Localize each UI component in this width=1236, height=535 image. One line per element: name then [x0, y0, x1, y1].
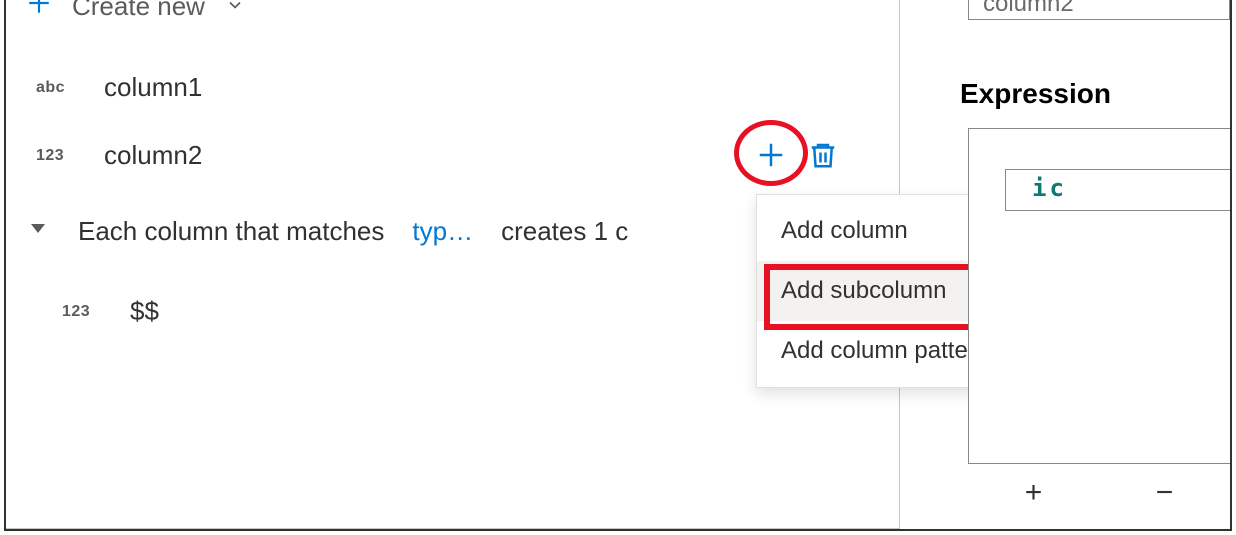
minus-button[interactable]: −	[1126, 476, 1204, 510]
row-actions	[756, 140, 838, 170]
expression-editor[interactable]: ic	[968, 128, 1230, 464]
type-tag-123: 123	[36, 147, 76, 165]
triangle-down-icon[interactable]	[26, 216, 50, 247]
chevron-down-icon	[225, 0, 245, 22]
expression-snippet: ic	[1005, 169, 1230, 211]
type-tag-123: 123	[62, 303, 102, 321]
column-row[interactable]: abc column1	[36, 72, 202, 103]
plus-icon	[26, 0, 52, 23]
column-pattern-row[interactable]: Each column that matches typ… creates 1 …	[26, 216, 628, 247]
expression-label: Expression	[960, 78, 1111, 110]
column-name: column1	[104, 72, 202, 103]
pattern-type-link[interactable]: typ…	[412, 216, 473, 247]
subcolumn-row[interactable]: 123 $$	[62, 296, 159, 327]
column-name: column2	[104, 140, 202, 171]
pattern-prefix: Each column that matches	[78, 216, 384, 247]
delete-button[interactable]	[808, 140, 838, 170]
pattern-suffix: creates 1 c	[501, 216, 628, 247]
column-row[interactable]: 123 column2	[36, 140, 202, 171]
add-button[interactable]	[756, 140, 786, 170]
right-panel: column2 Expression ic + −	[960, 0, 1230, 529]
plus-button[interactable]: +	[995, 476, 1073, 510]
create-new-button[interactable]: Create new	[26, 0, 245, 23]
type-tag-abc: abc	[36, 79, 76, 97]
subcolumn-name: $$	[130, 296, 159, 327]
zoom-controls: + −	[968, 476, 1230, 510]
column-name-field[interactable]: column2	[968, 0, 1230, 20]
main-panel: Create new abc column1 123 column2 Each …	[6, 0, 900, 529]
create-new-label: Create new	[72, 0, 205, 22]
field-value: column2	[983, 0, 1074, 18]
